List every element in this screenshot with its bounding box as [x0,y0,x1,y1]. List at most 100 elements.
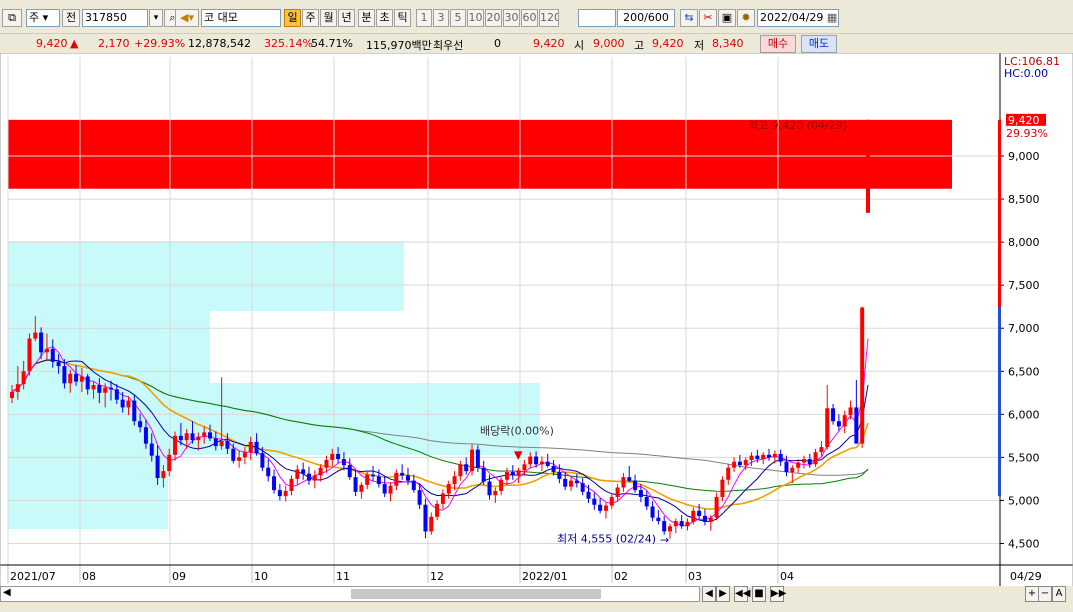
minute-button-1[interactable]: 1 [416,9,432,27]
name-input[interactable]: 코 대모 [201,9,281,27]
y-tick-label-1: 5,000 [1008,494,1040,507]
candle-body-54 [324,459,329,468]
candle-body-67 [400,472,405,476]
sell-button[interactable]: 매도 [801,35,837,53]
scroll-left-icon[interactable]: ◀ [3,587,11,598]
low-label: 저 [694,39,705,52]
candle-body-50 [301,469,306,474]
candle-body-135 [796,462,801,468]
nav-play-button[interactable]: ▶ [716,586,730,602]
date-input[interactable]: 2022/04/29 ▦ [757,9,839,27]
auto-button[interactable]: A [1052,586,1066,602]
candle-body-5 [39,332,44,353]
candle-body-17 [108,387,113,390]
candle-body-1 [15,384,20,392]
candle-body-64 [382,484,387,494]
zoom-out-button[interactable]: − [1038,586,1052,602]
code-dropdown-icon[interactable]: ▾ [149,9,163,27]
status-bar: ◀ ◀ ▶ ◀◀ ■ ▶▶ + − A [0,586,1073,612]
candle-body-24 [149,443,154,456]
candle-body-66 [394,472,399,486]
period-tab-3[interactable]: 년 [338,9,355,27]
candle-body-86 [510,472,515,476]
nav-prev-button[interactable]: ◀ [702,586,716,602]
period-tab-2[interactable]: 월 [320,9,337,27]
zoom-in-button[interactable]: + [1025,586,1039,602]
minute-button-5[interactable]: 5 [450,9,466,27]
chart-area[interactable]: 4,500 5,000 5,500 6,000 6,500 7,000 7,500 8,000… [0,52,1073,588]
candle-body-93 [551,465,556,473]
candle-body-110 [650,506,655,518]
candle-body-20 [126,400,131,408]
priority-qty: 0 [494,37,501,50]
count-input[interactable]: 200/600 [617,9,675,27]
y-tick-label-4: 6,500 [1008,365,1040,378]
empty-select[interactable] [578,9,616,27]
candle-body-19 [120,399,125,408]
y-tick-label-5: 7,000 [1008,322,1040,335]
candle-body-29 [178,435,183,441]
candle-body-118 [697,510,702,516]
volume: 12,878,542 [188,37,251,50]
order-icon[interactable]: ⇆ [680,9,698,27]
x-tick-label-1: 08 [82,570,96,583]
code-input[interactable]: 317850 [82,9,148,27]
nav-forward-button[interactable]: ▶▶ [770,586,786,602]
price-change: 2,170 [98,37,130,50]
candle-body-36 [219,441,224,447]
candle-body-94 [557,472,562,479]
period-tab-6[interactable]: 틱 [394,9,411,27]
minute-button-3[interactable]: 3 [433,9,449,27]
save-icon[interactable]: ▣ [718,9,736,27]
prev-button[interactable]: 전 [62,9,80,27]
candle-body-57 [341,459,346,466]
candle-body-125 [737,461,742,466]
candle-body-0 [10,391,14,398]
candle-body-3 [27,338,32,372]
buy-button[interactable]: 매수 [760,35,796,53]
scroll-thumb[interactable] [351,589,601,599]
price-change-pct: +29.93% [134,37,186,50]
candle-body-38 [231,448,236,461]
x-tick-label-10: 04/29 [1010,570,1042,583]
candlestick-chart[interactable]: 4,500 5,000 5,500 6,000 6,500 7,000 7,500 8,000… [0,52,1073,588]
candle-body-102 [603,505,608,511]
high-label: 고 [634,39,645,52]
minute-button-10[interactable]: 10 [467,9,484,27]
horizontal-scrollbar[interactable]: ◀ [0,586,700,602]
gear-icon[interactable]: ✹ [737,9,755,27]
period-tab-1[interactable]: 주 [302,9,319,27]
minute-button-120[interactable]: 120 [539,9,559,27]
y-tick-label-9: 9,000 [1008,150,1040,163]
minute-button-60[interactable]: 60 [521,9,538,27]
candle-body-61 [365,474,370,485]
candle-body-91 [539,461,544,465]
candle-body-25 [155,455,160,479]
x-tick-label-5: 12 [430,570,444,583]
period-tab-5[interactable]: 초 [376,9,393,27]
candle-body-88 [522,464,527,471]
candle-body-147 [866,119,870,213]
nav-rewind-button[interactable]: ◀◀ [734,586,750,602]
scissors-icon[interactable]: ✂ [699,9,717,27]
candle-body-98 [580,483,585,492]
speaker-icon[interactable]: ◀▾ [175,9,199,27]
candle-body-42 [254,441,259,454]
x-tick-label-7: 02 [614,570,628,583]
market-select[interactable]: 주 ▾ [26,9,60,27]
minute-button-20[interactable]: 20 [485,9,502,27]
candle-body-59 [353,477,358,492]
x-tick-label-0: 2021/07 [10,570,56,583]
period-tab-4[interactable]: 분 [358,9,375,27]
x-tick-label-4: 11 [336,570,350,583]
up-arrow-icon: ▲ [70,37,79,50]
candle-body-69 [411,480,416,491]
candle-body-90 [534,456,539,465]
minute-button-30[interactable]: 30 [503,9,520,27]
nav-stop-button[interactable]: ■ [752,586,766,602]
period-tab-0[interactable]: 일 [284,9,301,27]
candle-body-32 [196,436,201,441]
candle-body-112 [662,521,667,532]
annotation-dividend: 배당락(0.00%) [480,425,554,438]
logo-icon[interactable]: ⧉ [2,9,22,27]
